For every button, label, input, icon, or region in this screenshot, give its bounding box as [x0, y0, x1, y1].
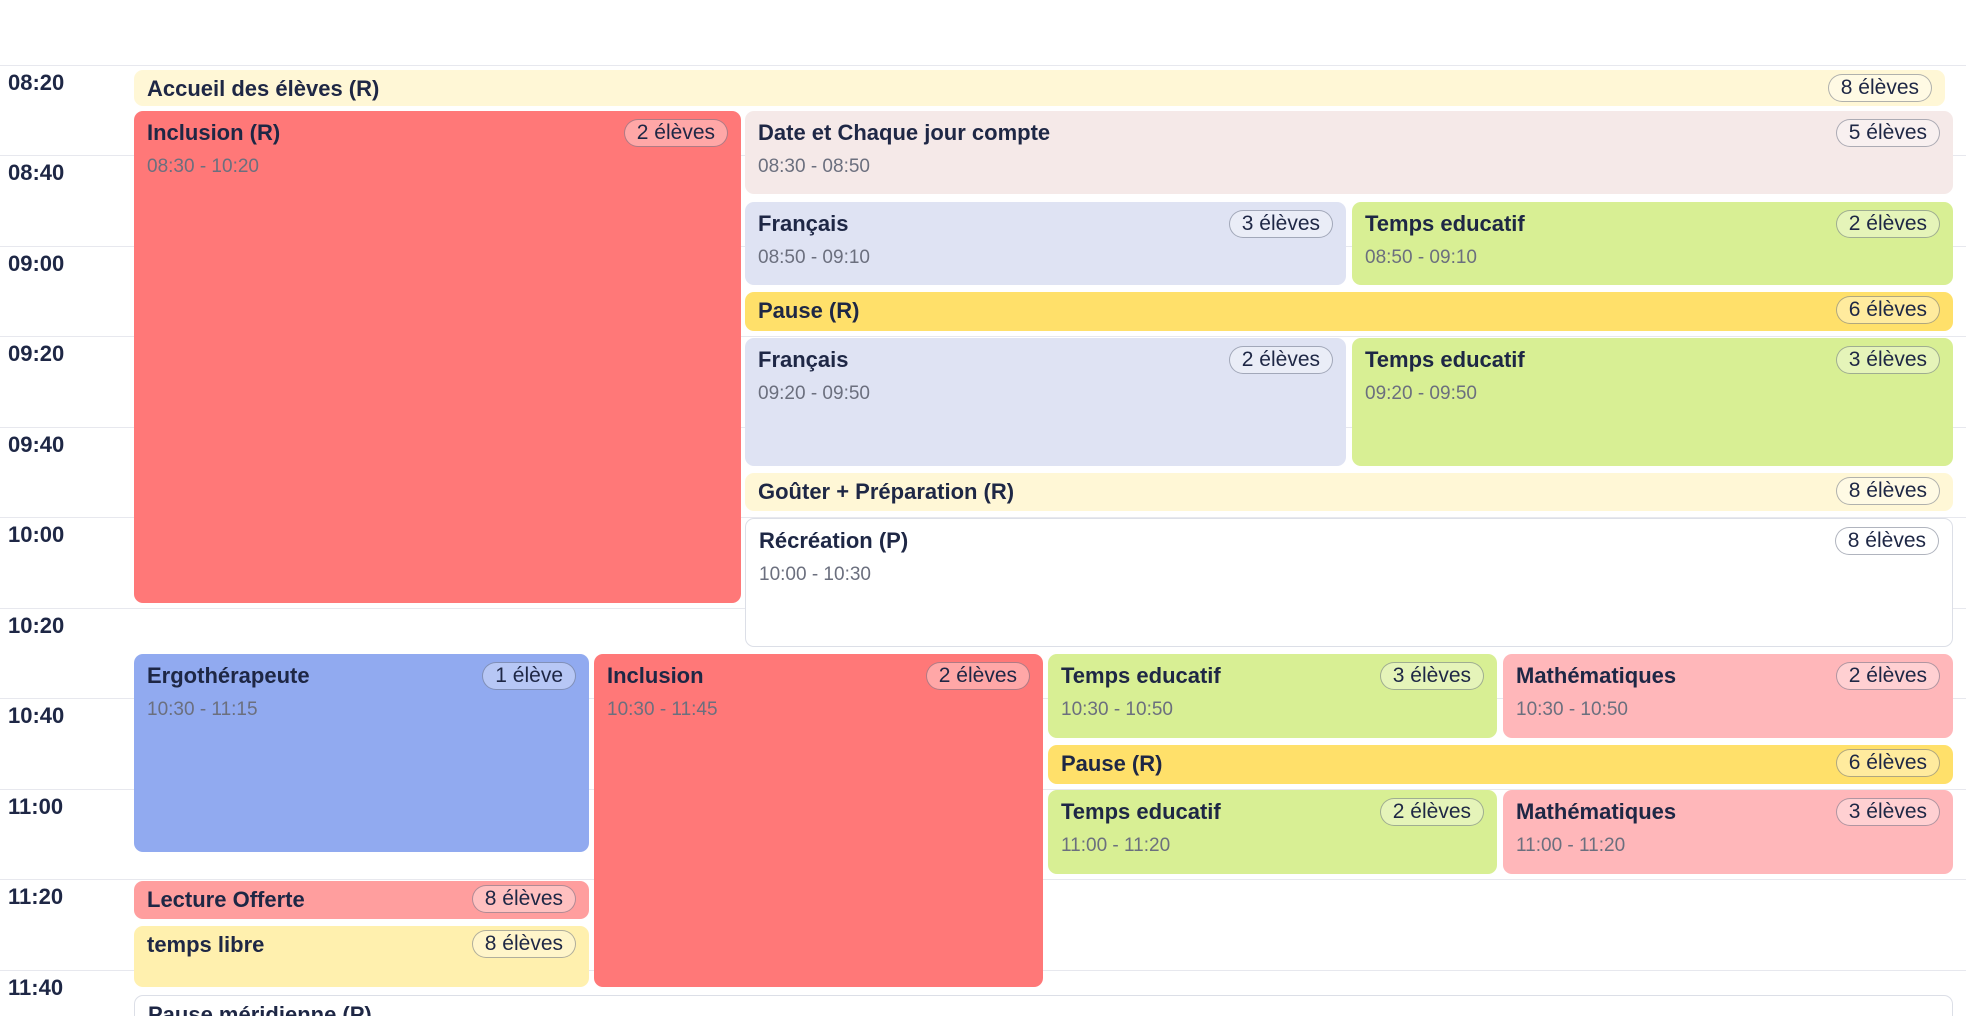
time-label: 11:20: [8, 884, 64, 909]
event-inclusion-r[interactable]: Inclusion (R) 08:30 - 10:20 2 élèves: [134, 111, 741, 603]
event-title: Lecture Offerte: [147, 887, 305, 912]
event-title: Date et Chaque jour compte: [758, 120, 1051, 145]
event-time-range: 10:30 - 11:15: [147, 699, 258, 720]
event-title: Temps educatif: [1061, 663, 1221, 688]
student-count-badge: 2 élèves: [1835, 662, 1940, 690]
event-inclusion[interactable]: Inclusion 10:30 - 11:45 2 élèves: [594, 654, 1043, 987]
event-accueil-des-eleves-r[interactable]: Accueil des élèves (R) 8 élèves: [134, 70, 1945, 106]
student-count-badge: 2 élèves: [925, 662, 1030, 690]
event-temps-educatif[interactable]: Temps educatif 11:00 - 11:20 2 élèves: [1048, 790, 1497, 874]
student-count-badge: 3 élèves: [1835, 798, 1940, 826]
student-count-badge: 2 élèves: [1228, 346, 1333, 374]
event-ergotherapeute[interactable]: Ergothérapeute 10:30 - 11:15 1 élève: [134, 654, 589, 852]
event-title: Récréation (P): [759, 528, 909, 553]
event-title: Temps educatif: [1365, 211, 1525, 236]
event-time-range: 10:30 - 10:50: [1516, 699, 1628, 720]
event-time-range: 09:20 - 09:50: [758, 383, 870, 404]
event-title: Pause (R): [1061, 751, 1163, 776]
student-count-badge: 2 élèves: [1379, 798, 1484, 826]
time-label: 10:40: [8, 703, 65, 728]
student-count-badge: 2 élèves: [1835, 210, 1940, 238]
event-title: Temps educatif: [1061, 799, 1221, 824]
time-label: 09:40: [8, 431, 65, 457]
event-time-range: 11:00 - 11:20: [1516, 835, 1626, 856]
event-time-range: 09:20 - 09:50: [1365, 383, 1477, 404]
event-time-range: 11:00 - 11:20: [1061, 835, 1171, 856]
event-time-range: 10:30 - 11:45: [607, 699, 718, 720]
event-title: temps libre: [147, 932, 265, 957]
student-count-badge: 3 élèves: [1835, 346, 1940, 374]
time-label: 11:40: [8, 974, 64, 1000]
student-count-badge: 8 élèves: [1827, 74, 1932, 102]
student-count-badge: 6 élèves: [1835, 749, 1940, 777]
day-calendar: 08:00 08:20 08:40 09:00 09:20 09:40 10:00 10:20…: [0, 0, 1966, 1016]
event-time-range: 08:30 - 08:50: [758, 156, 870, 177]
event-title: Accueil des élèves (R): [147, 76, 380, 101]
event-temps-educatif[interactable]: Temps educatif 10:30 - 10:50 3 élèves: [1048, 654, 1497, 738]
event-time-range: 08:30 - 10:20: [147, 156, 259, 177]
event-gouter-preparation-r[interactable]: Goûter + Préparation (R) 8 élèves: [745, 473, 1953, 511]
event-title: Temps educatif: [1365, 347, 1525, 372]
time-label: 08:00: [8, 0, 64, 5]
event-title: Mathématiques: [1516, 663, 1677, 688]
event-recreation-p[interactable]: Récréation (P) 10:00 - 10:30 8 élèves: [745, 518, 1953, 647]
time-label: 11:00: [8, 793, 64, 819]
time-label: 08:20: [8, 69, 65, 95]
event-francais[interactable]: Français 08:50 - 09:10 3 élèves: [745, 202, 1346, 285]
student-count-badge: 8 élèves: [1835, 477, 1940, 505]
student-count-badge: 5 élèves: [1835, 119, 1940, 147]
student-count-badge: 8 élèves: [471, 930, 576, 958]
student-count-badge: 3 élèves: [1228, 210, 1333, 238]
event-time-range: 08:50 - 09:10: [758, 247, 870, 268]
time-label: 09:00: [8, 250, 65, 276]
event-title: Français: [758, 347, 849, 372]
event-temps-libre[interactable]: temps libre 8 élèves: [134, 926, 589, 987]
event-pause-meridienne-p[interactable]: Pause méridienne (P): [134, 995, 1953, 1016]
event-date-et-chaque-jour-compte[interactable]: Date et Chaque jour compte 08:30 - 08:50 5…: [745, 111, 1953, 194]
event-temps-educatif[interactable]: Temps educatif 09:20 - 09:50 3 élèves: [1352, 338, 1953, 466]
event-title: Inclusion: [607, 663, 704, 688]
event-time-range: 08:50 - 09:10: [1365, 247, 1477, 268]
event-title: Pause (R): [758, 298, 860, 323]
event-title: Goûter + Préparation (R): [758, 479, 1015, 504]
time-label: 10:20: [8, 612, 65, 638]
event-title: Mathématiques: [1516, 799, 1677, 824]
time-label: 10:00: [8, 522, 65, 547]
event-title: Français: [758, 211, 849, 236]
event-title: Pause méridienne (P): [148, 1002, 372, 1016]
time-label: 08:40: [8, 160, 65, 185]
student-count-badge: 6 élèves: [1835, 296, 1940, 324]
event-time-range: 10:00 - 10:30: [759, 564, 871, 585]
event-pause-r[interactable]: Pause (R) 6 élèves: [745, 292, 1953, 331]
event-temps-educatif[interactable]: Temps educatif 08:50 - 09:10 2 élèves: [1352, 202, 1953, 285]
event-mathematiques[interactable]: Mathématiques 10:30 - 10:50 2 élèves: [1503, 654, 1953, 738]
event-title: Ergothérapeute: [147, 663, 310, 688]
event-time-range: 10:30 - 10:50: [1061, 699, 1173, 720]
student-count-badge: 3 élèves: [1379, 662, 1484, 690]
student-count-badge: 1 élève: [482, 662, 576, 690]
student-count-badge: 2 élèves: [623, 119, 728, 147]
student-count-badge: 8 élèves: [1834, 527, 1939, 555]
student-count-badge: 8 élèves: [471, 885, 576, 913]
event-lecture-offerte[interactable]: Lecture Offerte 8 élèves: [134, 881, 589, 919]
event-title: Inclusion (R): [147, 120, 281, 145]
event-mathematiques[interactable]: Mathématiques 11:00 - 11:20 3 élèves: [1503, 790, 1953, 874]
hour-gridline: [0, 64, 1966, 66]
time-label: 09:20: [8, 341, 65, 366]
event-pause-r[interactable]: Pause (R) 6 élèves: [1048, 745, 1953, 784]
event-francais[interactable]: Français 09:20 - 09:50 2 élèves: [745, 338, 1346, 466]
